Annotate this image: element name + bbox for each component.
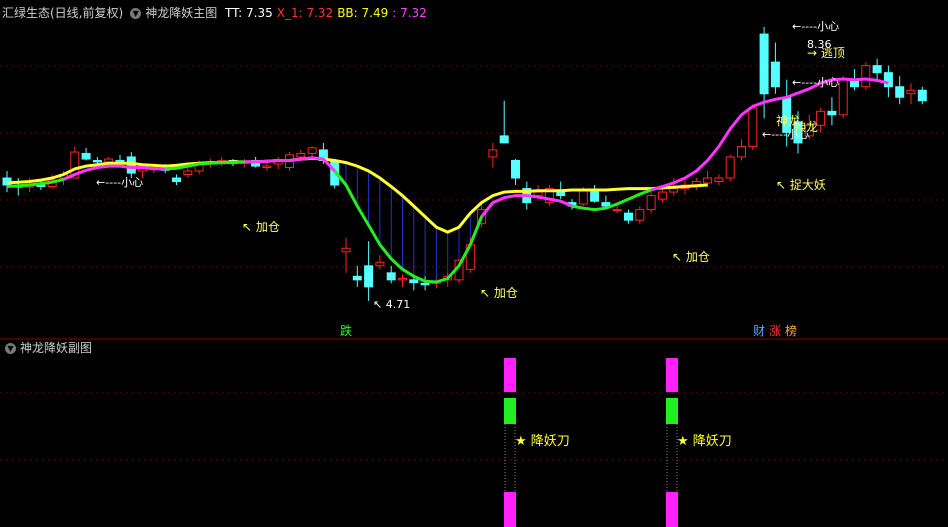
annotation-add-3: ↖ 加仓: [672, 250, 710, 264]
candle-body[interactable]: [81, 152, 91, 160]
annotation-caution-1: ←----小心: [96, 176, 143, 189]
main-indicator-name[interactable]: 神龙降妖主图: [145, 6, 217, 20]
candle-body[interactable]: [635, 209, 645, 221]
main-chart[interactable]: ←----小心 ↖ 加仓 ↖ 4.71 ↖ 加仓 ↖ 加仓 ↖ 捉大妖 ←---…: [0, 0, 948, 527]
candle-body[interactable]: [759, 33, 769, 95]
candle-body[interactable]: [838, 79, 848, 116]
indicator-values: TT: 7.35 X_1: 7.32 BB: 7.49: 7.32: [225, 6, 431, 20]
candle-body[interactable]: [307, 147, 317, 154]
indicator-value: X_1: 7.32: [276, 6, 334, 20]
candle-body[interactable]: [646, 195, 656, 211]
tag-bang: 榜: [785, 323, 797, 338]
candle-body[interactable]: [409, 279, 419, 284]
sub-bar-mid: [666, 398, 678, 424]
candle-body[interactable]: [883, 72, 893, 88]
candle-body[interactable]: [488, 149, 498, 158]
sub-bar-bottom: [504, 492, 516, 527]
annotation-add-2: ↖ 加仓: [480, 286, 518, 300]
candle-body[interactable]: [624, 212, 633, 221]
candle-body[interactable]: [714, 177, 724, 183]
candle-body[interactable]: [499, 135, 509, 144]
annotation-catch: ↖ 捉大妖: [776, 177, 826, 192]
candle-body[interactable]: [612, 209, 622, 212]
candle-body[interactable]: [511, 159, 520, 179]
candle-body[interactable]: [906, 89, 916, 95]
annotation-add-1: ↖ 加仓: [242, 220, 280, 234]
candle-body[interactable]: [861, 65, 871, 88]
candle-body[interactable]: [420, 282, 430, 286]
sub-bar-top: [666, 358, 678, 392]
annotation-caution-3: ←----小心: [792, 76, 839, 89]
candle-body[interactable]: [737, 145, 746, 158]
candle-body[interactable]: [703, 177, 713, 184]
sub-indicator-name[interactable]: 神龙降妖副图: [20, 341, 92, 355]
fall-tag: 跌: [340, 323, 352, 338]
candle-body[interactable]: [657, 191, 667, 200]
candle-body[interactable]: [590, 191, 600, 202]
annotation-rise-flag: 神龙: [794, 120, 818, 134]
main-panel-header: 汇绿生态(日线,前复权) ▼ 神龙降妖主图 TT: 7.35 X_1: 7.32 BB:…: [2, 5, 435, 21]
candle-body[interactable]: [669, 188, 679, 193]
candle-body[interactable]: [917, 89, 927, 102]
indicator-value: BB: 7.49: [337, 6, 389, 20]
tag-cai: 财: [753, 324, 765, 338]
candle-body[interactable]: [386, 272, 396, 281]
candle-body[interactable]: [183, 170, 193, 176]
candle-body[interactable]: [364, 265, 374, 288]
candle-body[interactable]: [895, 86, 905, 98]
candle-body[interactable]: [92, 159, 102, 163]
candle-body[interactable]: [556, 191, 566, 197]
candle-body[interactable]: [533, 191, 543, 197]
sub-bar-mid: [504, 398, 516, 424]
candle-body[interactable]: [748, 107, 758, 147]
sword-label-2: ★ 降妖刀: [677, 434, 732, 449]
chevron-down-icon[interactable]: ▼: [130, 8, 142, 19]
sub-bar-top: [504, 358, 516, 392]
candle-body[interactable]: [172, 177, 181, 183]
candle-body[interactable]: [872, 65, 882, 74]
sword-label-1: ★ 降妖刀: [515, 434, 570, 449]
annotation-escape: → 逃顶: [807, 46, 845, 60]
candle-body[interactable]: [104, 158, 114, 163]
candle-body[interactable]: [341, 247, 351, 253]
candle-body[interactable]: [725, 156, 735, 179]
candle-body[interactable]: [578, 189, 588, 205]
sub-panel-header: ▼ 神龙降妖副图: [2, 340, 96, 356]
candle-body[interactable]: [296, 152, 306, 158]
sub-bar-bottom: [666, 492, 678, 527]
chevron-down-icon[interactable]: ▼: [5, 343, 16, 354]
candle-body[interactable]: [398, 277, 407, 281]
stock-name[interactable]: 汇绿生态(日线,前复权): [2, 6, 123, 20]
annotation-low: ↖ 4.71: [373, 298, 410, 311]
indicator-value: TT: 7.35: [225, 6, 273, 20]
tag-zhang: 涨: [769, 323, 781, 338]
candle-body[interactable]: [770, 61, 780, 88]
candle-body[interactable]: [352, 275, 362, 281]
candle-body[interactable]: [827, 110, 837, 116]
candle-body[interactable]: [262, 165, 272, 168]
candle-body[interactable]: [375, 261, 385, 267]
annotation-caution-4: ←----小心: [792, 20, 839, 33]
indicator-value: : 7.32: [392, 6, 427, 20]
